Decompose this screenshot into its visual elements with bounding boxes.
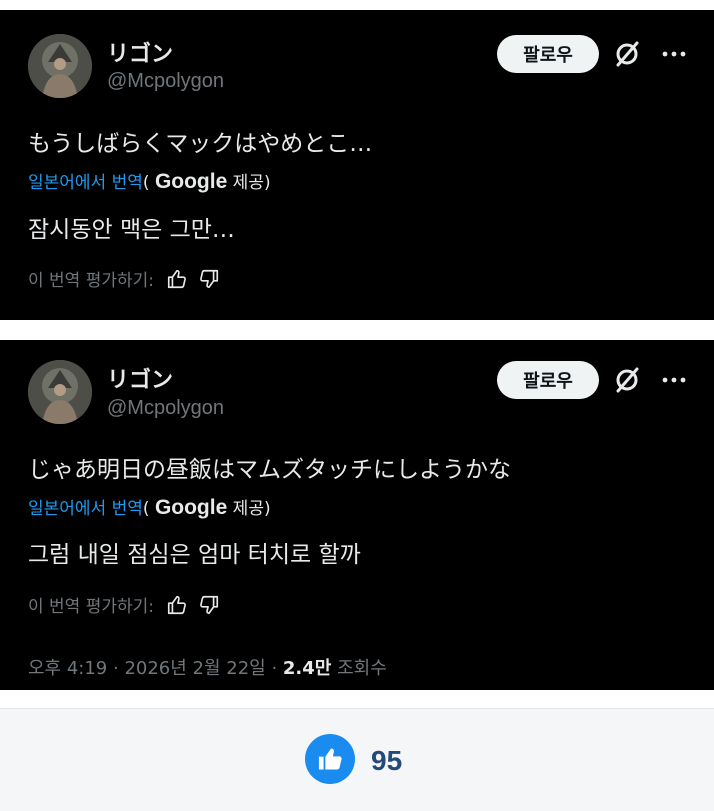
avatar[interactable] xyxy=(28,34,92,98)
like-bar: 95 xyxy=(0,708,714,811)
rate-translation: 이 번역 평가하기: xyxy=(28,592,220,617)
follow-button[interactable]: 팔로우 xyxy=(497,35,599,73)
tweet-original-text: じゃあ明日の昼飯はマムズタッチにしようかな xyxy=(28,457,511,483)
provider-suffix: 제공) xyxy=(227,499,271,519)
tweet-meta: 오후 4:19 · 2026년 2월 22일 · 2.4만 조회수 xyxy=(28,654,387,680)
translated-from-link[interactable]: 일본어에서 번역 xyxy=(28,499,143,519)
like-button[interactable] xyxy=(305,734,355,784)
like-count: 95 xyxy=(371,745,403,776)
post-time[interactable]: 오후 4:19 xyxy=(28,658,107,679)
thumbs-down-icon[interactable] xyxy=(198,268,220,290)
thumbs-up-icon[interactable] xyxy=(166,594,188,616)
translation-attribution: 일본어에서 번역( Google 제공) xyxy=(28,168,271,194)
meta-separator: · xyxy=(265,658,283,679)
tweet-card-1: リゴン @Mcpolygon 팔로우 もうしばらくマックはやめとこ… 일본어에서… xyxy=(0,10,714,320)
translation-attribution: 일본어에서 번역( Google 제공) xyxy=(28,494,271,520)
tweet-translation: 잠시동안 맥은 그만… xyxy=(28,217,235,243)
view-count: 2.4만 xyxy=(282,658,332,679)
rate-label: 이 번역 평가하기: xyxy=(28,271,155,291)
follow-button[interactable]: 팔로우 xyxy=(497,361,599,399)
translated-from-link[interactable]: 일본어에서 번역 xyxy=(28,173,143,193)
google-logo: Google xyxy=(154,496,228,519)
tweet-translation: 그럼 내일 점심은 엄마 터치로 할까 xyxy=(28,542,361,568)
provider-suffix: 제공) xyxy=(227,173,271,193)
meta-separator: · xyxy=(107,658,125,679)
handle[interactable]: @Mcpolygon xyxy=(107,397,224,420)
display-name[interactable]: リゴン xyxy=(107,362,173,394)
google-logo: Google xyxy=(154,170,228,193)
grok-icon[interactable] xyxy=(612,365,642,395)
grok-icon[interactable] xyxy=(612,39,642,69)
tweet-original-text: もうしばらくマックはやめとこ… xyxy=(28,131,373,157)
post-date[interactable]: 2026년 2월 22일 xyxy=(124,658,265,679)
provider-prefix: ( xyxy=(142,173,150,193)
rate-label: 이 번역 평가하기: xyxy=(28,597,155,617)
more-icon[interactable] xyxy=(660,370,688,390)
more-icon[interactable] xyxy=(660,44,688,64)
like-icon xyxy=(318,748,342,770)
tweet-card-2: リゴン @Mcpolygon 팔로우 じゃあ明日の昼飯はマムズタッチにしようかな… xyxy=(0,340,714,690)
thumbs-up-icon[interactable] xyxy=(166,268,188,290)
provider-prefix: ( xyxy=(142,499,150,519)
thumbs-down-icon[interactable] xyxy=(198,594,220,616)
avatar[interactable] xyxy=(28,360,92,424)
views-label: 조회수 xyxy=(331,658,387,679)
display-name[interactable]: リゴン xyxy=(107,36,173,68)
rate-translation: 이 번역 평가하기: xyxy=(28,266,220,291)
handle[interactable]: @Mcpolygon xyxy=(107,70,224,93)
